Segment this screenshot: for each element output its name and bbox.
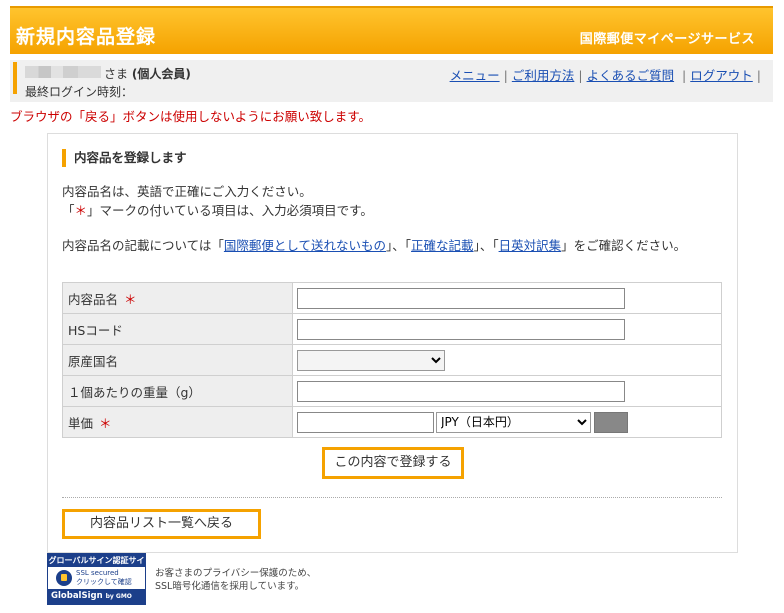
name-label: 内容品名: [68, 291, 119, 307]
privacy-note: お客さまのプライバシー保護のため、 SSL暗号化通信を採用しています。: [155, 567, 316, 593]
seal-title: グローバルサイン認証サイト: [48, 554, 145, 578]
member-type: (個人会員): [131, 67, 191, 81]
seal-middle: SSL secured クリックして確認: [48, 567, 145, 589]
origin-label-cell: 原産国名: [62, 344, 293, 376]
instructions: 内容品名は、英語で正確にご入力ください。 「＊」マークの付いている項目は、入力必…: [62, 182, 373, 220]
form-row-hs: HSコード: [62, 313, 722, 345]
form-row-name: 内容品名 ＊: [62, 282, 722, 314]
instruction-line-2-rest: 」マークの付いている項目は、入力必須項目です。: [87, 203, 373, 218]
weight-label-cell: １個あたりの重量（g）: [62, 375, 293, 407]
section-title: 内容品を登録します: [62, 149, 187, 167]
nav-separator: |: [678, 68, 687, 83]
seal-ssl-line-1: SSL secured: [76, 569, 119, 577]
seal-ssl-line-2: クリックして確認: [76, 578, 132, 586]
currency-swatch: [594, 411, 628, 433]
naming-guidance: 内容品名の記載については「国際郵便として送れないもの」、「正確な記載」、「日英対…: [62, 236, 724, 255]
price-field-cell: JPY（日本円）: [292, 406, 722, 438]
form-row-origin: 原産国名: [62, 344, 722, 376]
divider: [62, 497, 722, 498]
name-label-cell: 内容品名 ＊: [62, 282, 293, 314]
instruction-line-2: 「＊」マークの付いている項目は、入力必須項目です。: [62, 201, 373, 220]
required-mark: ＊: [74, 203, 88, 218]
origin-label: 原産国名: [68, 353, 119, 369]
origin-country-select[interactable]: [297, 349, 445, 371]
back-to-list-button[interactable]: 内容品リスト一覧へ戻る: [62, 509, 261, 539]
nav-separator: |: [503, 68, 508, 83]
seal-brand-name: GlobalSign: [51, 591, 103, 601]
weight-field-cell: [292, 375, 722, 407]
accurate-description-link[interactable]: 正確な記載: [411, 238, 474, 253]
name-field-cell: [292, 282, 722, 314]
guidance-mid-2: 」、「: [473, 238, 499, 253]
globalsign-seal[interactable]: グローバルサイン認証サイト SSL secured クリックして確認 Globa…: [47, 553, 146, 605]
price-label-cell: 単価 ＊: [62, 406, 293, 438]
form-row-price: 単価 ＊ JPY（日本円）: [62, 406, 722, 438]
user-bar: さま (個人会員) 最終ログイン時刻： メニュー | ご利用方法 | よくあるご質問 |…: [10, 60, 773, 102]
prohibited-items-link[interactable]: 国際郵便として送れないもの: [224, 238, 386, 253]
privacy-line-2: SSL暗号化通信を採用しています。: [155, 581, 305, 592]
origin-field-cell: [292, 344, 722, 376]
content-panel: 内容品を登録します 内容品名は、英語で正確にご入力ください。 「＊」マークの付い…: [47, 133, 738, 553]
honorific-text: さま: [104, 67, 129, 81]
nav-usage-link[interactable]: ご利用方法: [512, 68, 575, 83]
unit-price-input[interactable]: [297, 411, 434, 433]
guidance-end: 」をご確認ください。: [561, 238, 687, 253]
unit-weight-input[interactable]: [297, 380, 625, 402]
hs-code-input[interactable]: [297, 318, 625, 340]
seal-brand: GlobalSign by GMO: [48, 589, 145, 604]
guidance-mid-1: 」、「: [386, 238, 412, 253]
instruction-line-1: 内容品名は、英語で正確にご入力ください。: [62, 184, 312, 199]
nav-faq-link[interactable]: よくあるご質問: [587, 68, 675, 83]
hs-field-cell: [292, 313, 722, 345]
seal-brand-sub: by GMO: [105, 593, 132, 600]
hs-label-cell: HSコード: [62, 313, 293, 345]
service-name: 国際郵便マイページサービス: [579, 32, 755, 47]
user-honorific: さま (個人会員): [104, 65, 191, 82]
price-label: 単価: [68, 415, 94, 431]
glossary-link[interactable]: 日英対訳集: [499, 238, 562, 253]
register-button[interactable]: この内容で登録する: [322, 447, 464, 479]
back-button-warning: ブラウザの「戻る」ボタンは使用しないようにお願い致します。: [10, 109, 372, 124]
form-row-weight: １個あたりの重量（g）: [62, 375, 722, 407]
nav-separator: |: [756, 68, 761, 83]
required-mark: ＊: [124, 291, 137, 307]
nav-menu-link[interactable]: メニュー: [450, 68, 500, 83]
required-mark: ＊: [99, 415, 112, 431]
masked-user-name: [25, 66, 101, 78]
nav-separator: |: [578, 68, 583, 83]
nav-logout-link[interactable]: ログアウト: [690, 68, 753, 83]
last-login-label: 最終ログイン時刻：: [25, 85, 134, 99]
lock-icon: [56, 570, 72, 586]
weight-label: １個あたりの重量（g）: [68, 384, 201, 400]
hs-label: HSコード: [68, 322, 123, 338]
item-name-input[interactable]: [297, 287, 625, 309]
bracket-open: 「: [62, 203, 75, 218]
seal-ssl-text: SSL secured クリックして確認: [76, 569, 132, 587]
page-header: 新規内容品登録 国際郵便マイページサービス: [10, 6, 773, 54]
guidance-start: 内容品名の記載については「: [62, 238, 224, 253]
user-bar-accent: [13, 62, 17, 94]
nav-links: メニュー | ご利用方法 | よくあるご質問 | ログアウト |: [450, 65, 765, 84]
currency-select[interactable]: JPY（日本円）: [436, 411, 591, 433]
item-form: 内容品名 ＊ HSコード 原産国名 １個あたりの重量（g） 単価 ＊ JPY（日本円…: [62, 282, 722, 438]
privacy-line-1: お客さまのプライバシー保護のため、: [155, 568, 317, 579]
page-title: 新規内容品登録: [16, 26, 157, 48]
